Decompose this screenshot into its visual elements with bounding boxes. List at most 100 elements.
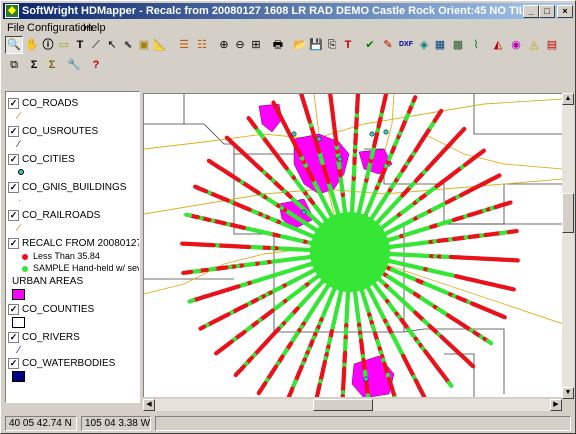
wrench-tool-icon[interactable]: 🔧	[65, 56, 83, 74]
map-svg	[144, 94, 562, 397]
coverage-segment	[256, 387, 264, 396]
layer-label: RECALC FROM 20080127 1608 LR RAD	[22, 238, 140, 249]
road	[144, 98, 562, 150]
layer-checkbox[interactable]: ✓	[8, 126, 19, 137]
status-bar: 40 05 42.74 N 105 04 3.38 W	[3, 415, 573, 432]
raster-tool-icon[interactable]: ▩	[449, 36, 467, 54]
coverage-segment	[181, 270, 190, 275]
coverage-segment	[184, 212, 193, 218]
scroll-up-icon[interactable]: ▲	[562, 93, 574, 105]
terrain-tool-icon[interactable]: ◭	[489, 36, 507, 54]
city-marker	[337, 156, 343, 162]
menu-file[interactable]: File	[7, 21, 25, 35]
export-tool-icon[interactable]: ▤	[543, 36, 561, 54]
coverage-segment	[187, 298, 196, 304]
scroll-down-icon[interactable]: ▼	[562, 387, 574, 399]
city-marker	[369, 131, 375, 137]
layer-checkbox[interactable]: ✓	[8, 332, 19, 343]
layer-legend: ✓ CO_ROADS ∕ ✓ CO_USROUTES ∕ ✓ CO_CITIES…	[5, 91, 140, 403]
coverage-segment	[198, 324, 207, 331]
app-window: ◆ SoftWright HDMapper - Recalc from 2008…	[0, 0, 576, 434]
coverage-segment	[206, 158, 215, 166]
layer-checkbox[interactable]: ✓	[8, 98, 19, 109]
layer-label: CO_COUNTIES	[22, 304, 95, 315]
coverage-segment	[314, 394, 320, 397]
dxf-tool-icon[interactable]: DXF	[397, 36, 415, 54]
road-line-icon: ∕	[18, 111, 20, 122]
coverage-segment	[224, 135, 232, 143]
city-marker	[301, 209, 307, 215]
coverage-segment	[478, 148, 486, 156]
close-button[interactable]: ×	[557, 5, 573, 18]
coverage-segment	[246, 116, 254, 124]
layer-checkbox[interactable]: ✓	[8, 238, 19, 249]
city-marker	[383, 129, 389, 135]
coverage-segment	[504, 200, 513, 206]
latitude-readout: 40 05 42.74 N	[5, 416, 77, 431]
vertical-scroll-thumb[interactable]	[562, 193, 574, 233]
minimize-button[interactable]: _	[523, 5, 539, 18]
sum2-tool-icon[interactable]: Σ	[43, 56, 61, 74]
vertical-scrollbar[interactable]: ▲ ▼	[562, 93, 574, 399]
building-dot-icon: ·	[18, 195, 22, 206]
help-tool-icon[interactable]: ?	[87, 56, 105, 74]
layer-checkbox[interactable]: ✓	[8, 154, 19, 165]
coverage-segment	[507, 286, 516, 292]
secondary-toolbar: ⧉ Σ Σ 🔧 ?	[3, 54, 573, 76]
coverage-segment	[510, 229, 519, 234]
coverage-segment	[299, 94, 304, 98]
profile-tool-icon[interactable]: ⌇	[467, 36, 485, 54]
route-line-icon: ∕	[18, 139, 20, 150]
layer-label: CO_CITIES	[22, 154, 75, 165]
grid-tool-icon[interactable]: ▦	[431, 36, 449, 54]
edit-tool-icon[interactable]: ✎	[379, 36, 397, 54]
layers-tool-icon[interactable]: ☰	[175, 36, 193, 54]
window-tool-icon[interactable]: ⧉	[5, 56, 23, 74]
red-dot-icon	[22, 253, 28, 260]
coverage-segment	[436, 108, 444, 117]
zoom-tool-icon[interactable]: 🔍	[5, 36, 23, 54]
main-toolbar: 🔍 ✋ ⓘ ▭ T ⟋ ↖ ⬉ ▣ 📐 ☰ ☷ ⊕ ⊖ ⊞ 🖶 📂 💾 ⎘ T …	[3, 34, 573, 56]
coverage-segment	[485, 338, 494, 346]
river-line-icon: ∕	[18, 345, 20, 356]
layer-checkbox[interactable]: ✓	[8, 182, 19, 193]
city-dot-icon	[18, 167, 32, 179]
horizontal-scroll-thumb[interactable]	[313, 399, 373, 411]
layer-checkbox[interactable]: ✓	[8, 358, 19, 369]
maximize-button[interactable]: □	[539, 5, 555, 18]
scroll-left-icon[interactable]: ◀	[143, 399, 155, 411]
sum-tool-icon[interactable]: Σ	[25, 56, 43, 74]
city-marker	[316, 136, 322, 142]
text-a-tool-icon[interactable]: T	[339, 36, 357, 54]
layer-label: CO_GNIS_BUILDINGS	[22, 182, 127, 193]
coverage-segment	[499, 313, 507, 320]
layer-checkbox[interactable]: ✓	[8, 210, 19, 221]
coverage-radials	[180, 94, 520, 397]
horizontal-scrollbar[interactable]: ◀ ▶	[143, 399, 562, 411]
check-tool-icon[interactable]: ✔	[361, 36, 379, 54]
layer-label: CO_RAILROADS	[22, 210, 101, 221]
measure-tool-icon[interactable]: 📐	[151, 36, 169, 54]
map-canvas[interactable]	[143, 93, 562, 397]
layer-checkbox[interactable]: ✓	[8, 304, 19, 315]
layers2-tool-icon[interactable]: ☷	[193, 36, 211, 54]
coverage-segment	[493, 173, 502, 180]
study-tool-icon[interactable]: ◉	[507, 36, 525, 54]
print-tool-icon[interactable]: 🖶	[269, 36, 287, 54]
full-extent-tool-icon[interactable]: ⊞	[247, 36, 265, 54]
menu-help[interactable]: Help	[83, 21, 106, 35]
layer-label: CO_ROADS	[22, 98, 79, 109]
coverage-segment	[459, 126, 467, 134]
contour-tool-icon[interactable]: ◬	[525, 36, 543, 54]
layer-label: CO_RIVERS	[22, 332, 80, 343]
scroll-right-icon[interactable]: ▶	[550, 399, 562, 411]
coverage-core	[310, 212, 390, 292]
city-marker	[363, 376, 369, 382]
rail-line-icon: ∕	[18, 223, 20, 234]
county-swatch-icon	[12, 317, 25, 328]
coverage-segment	[193, 184, 201, 191]
coverage-segment	[365, 393, 371, 397]
coverage-segment	[383, 94, 389, 98]
coverage-segment	[271, 100, 278, 109]
waterbody-swatch-icon	[12, 371, 25, 382]
